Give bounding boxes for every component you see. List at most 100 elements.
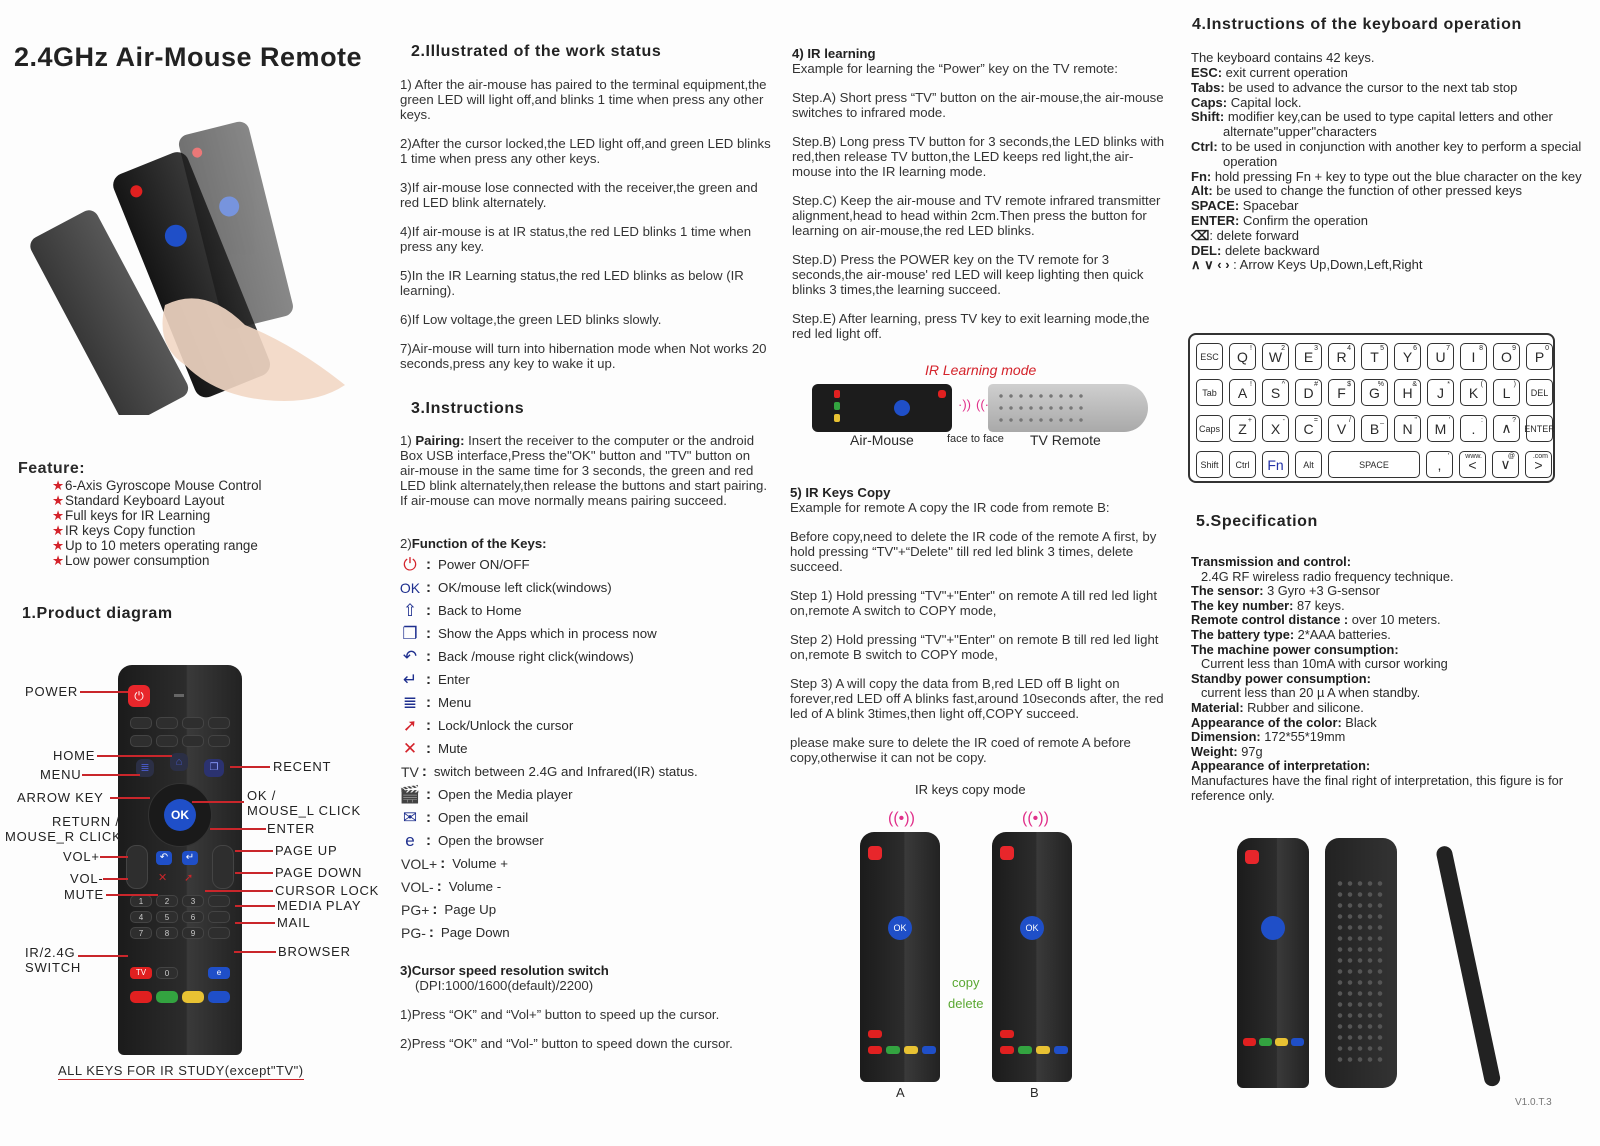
- keyboard-key: X-: [1262, 415, 1289, 442]
- star-icon: ★: [52, 553, 65, 568]
- ir-copy-figure-title: IR keys copy mode: [915, 782, 1026, 797]
- work-status-item: 5)In the IR Learning status,the red LED …: [400, 268, 744, 298]
- spec-item: The machine power consumption: Current le…: [1191, 642, 1591, 672]
- return-button-icon: ↶: [156, 851, 172, 865]
- specification-list: Transmission and control: 2.4G RF wireles…: [1191, 554, 1591, 803]
- spec-label: Appearance of the color:: [1191, 714, 1342, 730]
- key-function-item: ❐: Show the Apps which in process now: [397, 622, 777, 645]
- page-up-icon: PG+: [401, 901, 430, 918]
- colon-separator: :: [440, 855, 446, 872]
- cursor-lock-icon: ➚: [402, 715, 418, 735]
- ir-copy-intro: Example for remote A copy the IR code fr…: [790, 500, 1110, 515]
- keyboard-key: T5: [1361, 343, 1388, 370]
- feature-item: ★Standard Keyboard Layout: [52, 493, 225, 508]
- colon-separator: :: [426, 694, 431, 711]
- spec-label: Appearance of interpretation:: [1191, 758, 1371, 774]
- number-key: 4: [130, 911, 152, 923]
- spec-item: Remote control distance : over 10 meters…: [1191, 613, 1591, 628]
- face-to-face-caption: face to face: [947, 433, 1004, 445]
- key-function-item: ✉: Open the email: [397, 806, 777, 829]
- power-icon: ⏻: [403, 554, 417, 574]
- power-button-icon: ⏻: [128, 685, 150, 707]
- air-mouse-side-image: [812, 384, 952, 432]
- product-diagram-heading: 1.Product diagram: [22, 605, 173, 622]
- diagram-remote: ⏻ ≣ ⌂ ❐ OK ↶ ↵ ✕ ➚ 1234567890 TV e: [118, 665, 242, 1055]
- keyboard-key: W2: [1262, 343, 1289, 370]
- number-key: 9: [182, 927, 204, 939]
- key-function-desc: Show the Apps which in process now: [438, 626, 657, 641]
- colon-separator: :: [421, 763, 427, 780]
- key-function-item: TV: switch between 2.4G and Infrared(IR) …: [397, 760, 777, 783]
- spec-label: Dimension:: [1191, 729, 1261, 745]
- keyboard-key: Tab: [1196, 379, 1223, 406]
- ir-copy-paragraph: Step 3) A will copy the data from B,red …: [790, 676, 1164, 721]
- back-icon: ↶: [402, 646, 418, 666]
- ir-copy-heading: 5) IR Keys Copy: [790, 485, 891, 500]
- email-icon: ✉: [402, 807, 418, 827]
- label-return-mouse: MOUSE_R CLICK: [5, 829, 122, 844]
- keyboard-key: E3: [1295, 343, 1322, 370]
- star-icon: ★: [52, 478, 65, 493]
- mail-key: [208, 911, 230, 923]
- extra-key: [208, 927, 230, 939]
- number-key: 5: [156, 911, 178, 923]
- keys-heading: 2)Function of the Keys:: [400, 536, 547, 551]
- ir-learning-step: Step.E) After learning, press TV key to …: [792, 311, 1150, 341]
- green-color-key: [156, 991, 178, 1003]
- key-function-desc: Lock/Unlock the cursor: [438, 718, 574, 733]
- colon-separator: :: [426, 786, 431, 803]
- mute-button-icon: ✕: [158, 872, 168, 884]
- key-function-desc: Enter: [438, 672, 470, 687]
- label-return: RETURN /: [52, 814, 120, 829]
- spec-item: Appearance of the color: Black: [1191, 714, 1591, 731]
- keyboard-key: N ": [1394, 415, 1421, 442]
- key-function-desc: switch between 2.4G and Infrared(IR) sta…: [433, 764, 698, 779]
- spec-item: Standby power consumption: current less t…: [1191, 671, 1591, 701]
- version-label: V1.0.T.3: [1515, 1097, 1552, 1108]
- spec-label: The battery type:: [1191, 626, 1295, 642]
- blue-color-key: [208, 991, 230, 1003]
- keyboard-key: M ': [1427, 415, 1454, 442]
- keyboard-key-desc: Caps: Capital lock.: [1191, 94, 1302, 110]
- spec-label: Remote control distance :: [1191, 612, 1349, 628]
- label-page-up: PAGE UP: [275, 843, 338, 858]
- instructions-heading: 3.Instructions: [411, 400, 525, 417]
- label-ir-switch-2: SWITCH: [25, 960, 82, 975]
- key-function-desc: Power ON/OFF: [438, 557, 530, 572]
- colon-separator: :: [426, 740, 431, 757]
- keyboard-key: S ^: [1262, 379, 1289, 406]
- work-status-item: 6)If Low voltage,the green LED blinks sl…: [400, 312, 662, 327]
- keyboard-key: Caps: [1196, 415, 1223, 442]
- keyboard-key: B _: [1361, 415, 1388, 442]
- keyboard-key: G%: [1361, 379, 1388, 406]
- colon-separator: :: [426, 579, 431, 596]
- keyboard-key: , ': [1426, 451, 1453, 478]
- key-function-item: PG-: Page Down: [397, 921, 777, 944]
- page-rocker: [212, 845, 234, 889]
- spec-value: Manufactures have the final right of int…: [1191, 772, 1564, 803]
- label-menu: MENU: [40, 767, 82, 782]
- spec-value: over 10 meters.: [1348, 612, 1441, 628]
- key-function-item: VOL+: Volume +: [397, 852, 777, 875]
- red-color-key: [130, 991, 152, 1003]
- product-photo-keyboard-side: [1325, 838, 1397, 1088]
- keyboard-key-desc: DEL: delete backward: [1191, 242, 1320, 258]
- wifi-signal-icon-a: ((•)): [888, 810, 915, 827]
- cursor-speed-heading: 3)Cursor speed resolution switch: [400, 963, 609, 978]
- spec-label: The sensor:: [1191, 583, 1264, 599]
- spec-label: Transmission and control:: [1191, 554, 1351, 569]
- spec-value: 3 Gyro +3 G-sensor: [1263, 583, 1380, 599]
- work-status-list: 1) After the air-mouse has paired to the…: [400, 77, 772, 371]
- colon-separator: :: [426, 809, 431, 826]
- feature-item: ★Full keys for IR Learning: [52, 508, 211, 523]
- key-function-item: ➚: Lock/Unlock the cursor: [397, 714, 777, 737]
- keyboard-key: P0: [1526, 343, 1553, 370]
- specification-heading: 5.Specification: [1196, 513, 1318, 530]
- key-function-desc: Mute: [438, 741, 468, 756]
- keyboard-key-desc: Ctrl: to be used in conjunction with ano…: [1191, 138, 1582, 169]
- column-work-status: 2.Illustrated of the work status 1) Afte…: [395, 0, 790, 1146]
- keyboard-key: U7: [1427, 343, 1454, 370]
- keyboard-key: DEL: [1526, 379, 1553, 406]
- mute-icon: ✕: [402, 738, 418, 758]
- keyboard-layout-diagram: ESC Q! W 2 E 3 R 4 T 5 Y 6 U 7 I 8 O 9 P 0 Tab A! S ^ D # F $ G% H & J *…: [1188, 333, 1555, 483]
